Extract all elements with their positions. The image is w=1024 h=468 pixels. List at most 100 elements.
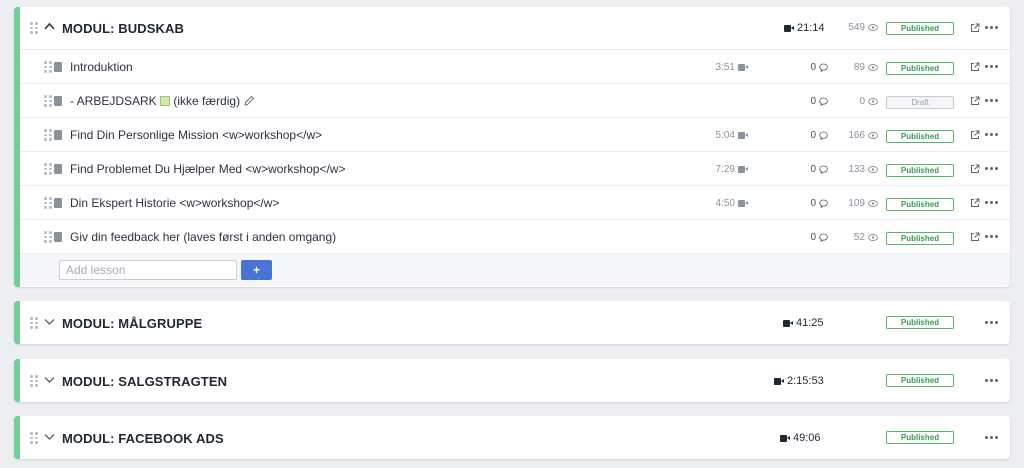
comment-bubble-icon bbox=[819, 131, 828, 140]
lesson-list: Introduktion 3:51 0 89 Published - ARBEJ… bbox=[20, 49, 1010, 286]
lesson-row[interactable]: Introduktion 3:51 0 89 Published bbox=[20, 50, 1010, 84]
more-dots-icon[interactable] bbox=[985, 99, 998, 102]
module-title: MODUL: MÅLGRUPPE bbox=[62, 316, 203, 331]
drag-handle-icon[interactable] bbox=[30, 22, 38, 34]
add-lesson-input[interactable] bbox=[59, 260, 237, 280]
more-dots-icon[interactable] bbox=[985, 379, 998, 382]
external-link-icon[interactable] bbox=[970, 96, 980, 106]
eye-icon bbox=[868, 166, 878, 173]
lesson-title[interactable]: Giv din feedback her (laves først i ande… bbox=[70, 230, 336, 244]
status-badge: Draft bbox=[886, 96, 954, 109]
lesson-document-icon bbox=[54, 198, 62, 208]
chevron-down-icon[interactable] bbox=[44, 376, 55, 384]
lesson-views: 52 bbox=[830, 232, 878, 243]
lesson-document-icon bbox=[54, 62, 62, 72]
drag-handle-icon[interactable] bbox=[44, 163, 52, 175]
lesson-views: 133 bbox=[830, 164, 878, 175]
video-camera-icon bbox=[774, 377, 784, 385]
drag-handle-icon[interactable] bbox=[30, 317, 38, 329]
module-budskab: MODUL: BUDSKAB 21:14 549 Published Intro… bbox=[14, 7, 1010, 287]
lesson-comments: 0 bbox=[790, 198, 828, 209]
module-duration: 49:06 bbox=[780, 432, 821, 444]
module-header[interactable]: MODUL: BUDSKAB 21:14 549 Published bbox=[20, 7, 1010, 49]
lesson-title[interactable]: - ARBEJDSARK (ikke færdig) bbox=[70, 94, 255, 108]
status-badge: Published bbox=[886, 232, 954, 245]
module-duration: 21:14 bbox=[784, 22, 825, 34]
module-header[interactable]: MODUL: MÅLGRUPPE 41:25 Published bbox=[20, 301, 1010, 343]
eye-icon bbox=[868, 24, 878, 31]
comment-bubble-icon bbox=[819, 97, 828, 106]
lesson-views: 166 bbox=[830, 130, 878, 141]
lesson-document-icon bbox=[54, 96, 62, 106]
pencil-icon[interactable] bbox=[243, 95, 255, 107]
comment-bubble-icon bbox=[819, 199, 828, 208]
comment-bubble-icon bbox=[819, 63, 828, 72]
lesson-comments: 0 bbox=[790, 96, 828, 107]
drag-handle-icon[interactable] bbox=[30, 375, 38, 387]
lesson-duration: 7:29 bbox=[700, 164, 748, 175]
lesson-title[interactable]: Find Din Personlige Mission <w>workshop<… bbox=[70, 128, 322, 142]
lesson-document-icon bbox=[54, 232, 62, 242]
external-link-icon[interactable] bbox=[970, 62, 980, 72]
more-dots-icon[interactable] bbox=[985, 436, 998, 439]
module-salgstragten: MODUL: SALGSTRAGTEN 2:15:53 Published bbox=[14, 359, 1010, 402]
lesson-row[interactable]: - ARBEJDSARK (ikke færdig) 0 0 Draft bbox=[20, 84, 1010, 118]
video-camera-icon bbox=[738, 166, 748, 173]
status-badge: Published bbox=[886, 431, 954, 444]
eye-icon bbox=[868, 234, 878, 241]
add-lesson-button[interactable]: + bbox=[241, 260, 272, 280]
comment-bubble-icon bbox=[819, 233, 828, 242]
drag-handle-icon[interactable] bbox=[44, 197, 52, 209]
lesson-row[interactable]: Find Problemet Du Hjælper Med <w>worksho… bbox=[20, 152, 1010, 186]
module-header[interactable]: MODUL: SALGSTRAGTEN 2:15:53 Published bbox=[20, 359, 1010, 401]
lesson-title[interactable]: Introduktion bbox=[70, 60, 133, 74]
module-facebook-ads: MODUL: FACEBOOK ADS 49:06 Published bbox=[14, 416, 1010, 459]
more-dots-icon[interactable] bbox=[985, 133, 998, 136]
module-title: MODUL: FACEBOOK ADS bbox=[62, 431, 224, 446]
drag-handle-icon[interactable] bbox=[44, 61, 52, 73]
video-camera-icon bbox=[738, 132, 748, 139]
lesson-duration: 3:51 bbox=[700, 62, 748, 73]
lesson-title[interactable]: Find Problemet Du Hjælper Med <w>worksho… bbox=[70, 162, 345, 176]
status-badge: Published bbox=[886, 130, 954, 143]
lesson-comments: 0 bbox=[790, 62, 828, 73]
external-link-icon[interactable] bbox=[970, 130, 980, 140]
video-camera-icon bbox=[738, 64, 748, 71]
drag-handle-icon[interactable] bbox=[30, 432, 38, 444]
external-link-icon[interactable] bbox=[970, 164, 980, 174]
lesson-row[interactable]: Din Ekspert Historie <w>workshop</w> 4:5… bbox=[20, 186, 1010, 220]
status-badge: Published bbox=[886, 316, 954, 329]
drag-handle-icon[interactable] bbox=[44, 231, 52, 243]
more-dots-icon[interactable] bbox=[985, 167, 998, 170]
module-header[interactable]: MODUL: FACEBOOK ADS 49:06 Published bbox=[20, 416, 1010, 458]
module-title: MODUL: SALGSTRAGTEN bbox=[62, 374, 228, 389]
more-dots-icon[interactable] bbox=[985, 26, 998, 29]
module-duration: 2:15:53 bbox=[774, 375, 824, 387]
external-link-icon[interactable] bbox=[970, 232, 980, 242]
more-dots-icon[interactable] bbox=[985, 201, 998, 204]
drag-handle-icon[interactable] bbox=[44, 129, 52, 141]
more-dots-icon[interactable] bbox=[985, 235, 998, 238]
more-dots-icon[interactable] bbox=[985, 321, 998, 324]
more-dots-icon[interactable] bbox=[985, 65, 998, 68]
module-title: MODUL: BUDSKAB bbox=[62, 21, 184, 36]
chevron-up-icon[interactable] bbox=[44, 22, 55, 30]
eye-icon bbox=[868, 64, 878, 71]
add-lesson-row: + bbox=[20, 254, 1010, 286]
video-camera-icon bbox=[783, 319, 793, 327]
status-badge: Published bbox=[886, 22, 954, 35]
lesson-row[interactable]: Giv din feedback her (laves først i ande… bbox=[20, 220, 1010, 254]
lesson-title[interactable]: Din Ekspert Historie <w>workshop</w> bbox=[70, 196, 279, 210]
comment-bubble-icon bbox=[819, 165, 828, 174]
module-views: 549 bbox=[830, 22, 878, 33]
chevron-down-icon[interactable] bbox=[44, 318, 55, 326]
lesson-row[interactable]: Find Din Personlige Mission <w>workshop<… bbox=[20, 118, 1010, 152]
status-badge: Published bbox=[886, 62, 954, 75]
external-link-icon[interactable] bbox=[970, 198, 980, 208]
lesson-views: 89 bbox=[830, 62, 878, 73]
drag-handle-icon[interactable] bbox=[44, 95, 52, 107]
status-badge: Published bbox=[886, 374, 954, 387]
video-camera-icon bbox=[784, 24, 794, 32]
chevron-down-icon[interactable] bbox=[44, 433, 55, 441]
external-link-icon[interactable] bbox=[970, 23, 980, 33]
